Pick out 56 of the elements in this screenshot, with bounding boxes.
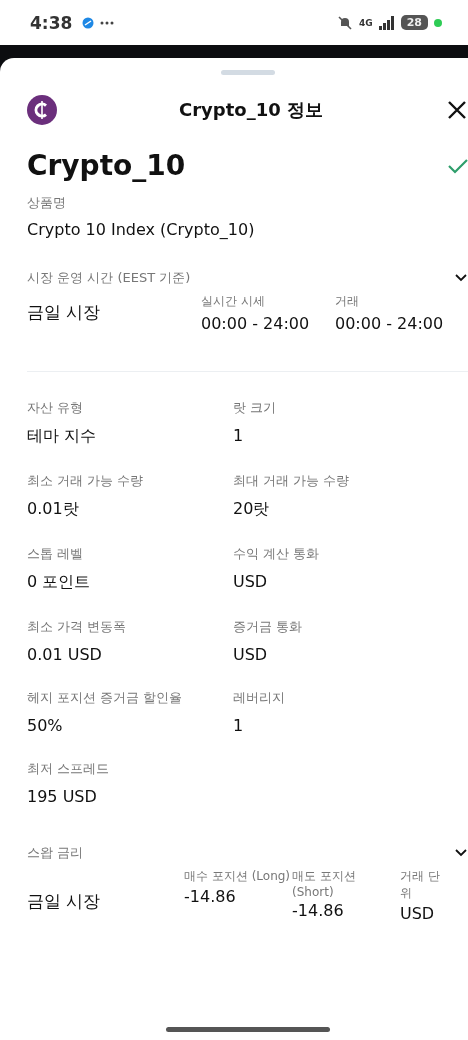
battery-indicator: 28 (400, 15, 428, 30)
spec-label: 레버리지 (233, 689, 286, 707)
spec-label: 최소 가격 변동폭 (27, 618, 128, 636)
spec-label: 최소 거래 가능 수량 (27, 472, 145, 490)
spec-label: 랏 크기 (233, 399, 278, 417)
status-dot-icon (434, 18, 442, 27)
session-label: 금일 시장 (27, 890, 102, 913)
spec-label: 수익 계산 통화 (233, 545, 321, 563)
column-label: 매수 포지션 (Long) (184, 868, 292, 885)
spec-label: 증거금 통화 (233, 618, 304, 636)
column-value: USD (400, 904, 436, 923)
expand-toggle[interactable] (453, 272, 468, 284)
spec-value: 0.01 USD (27, 645, 103, 664)
close-icon (447, 100, 467, 120)
section-label: 시장 운영 시간 (EEST 기준) (27, 269, 191, 287)
section-label: 스왑 금리 (27, 844, 84, 862)
spec-value: 1 (233, 716, 245, 735)
mute-icon (337, 14, 354, 31)
session-label: 금일 시장 (27, 301, 102, 324)
field-value: Crypto 10 Index (Crypto_10) (27, 220, 256, 239)
spec-label: 최대 거래 가능 수량 (233, 472, 351, 490)
spec-value: 195 USD (27, 787, 98, 806)
spec-label: 최저 스프레드 (27, 760, 111, 778)
chevron-icon (455, 849, 467, 857)
spec-value: 50% (27, 716, 64, 735)
app-notification-icon (82, 16, 95, 29)
spec-value: 테마 지수 (27, 426, 98, 447)
spec-value: USD (233, 645, 269, 664)
signal-icon (378, 15, 395, 30)
column-label: 거래 단위 (400, 868, 440, 902)
sheet-title: Crypto_10 정보 (178, 98, 324, 122)
column-value: 00:00 - 24:00 (335, 314, 445, 333)
coin-icon (27, 95, 57, 125)
column-value: -14.86 (292, 901, 345, 920)
column-value: -14.86 (184, 887, 237, 906)
column-label: 거래 (335, 293, 360, 310)
status-time: 4:38 (30, 12, 73, 33)
column-label: 매도 포지션 (Short) (292, 868, 357, 899)
symbol-name: Crypto_10 (27, 149, 186, 182)
network-label: 4G (359, 17, 373, 28)
expand-toggle[interactable] (453, 847, 468, 859)
spec-label: 자산 유형 (27, 399, 85, 417)
chevron-icon (455, 274, 467, 282)
spec-value: 0.01랏 (27, 499, 80, 520)
spec-label: 헤지 포지션 증거금 할인율 (27, 689, 184, 707)
field-label: 상품명 (27, 194, 67, 212)
column-label: 실시간 시세 (201, 293, 266, 310)
spec-label: 스톱 레벨 (27, 545, 85, 563)
spec-value: 0 포인트 (27, 572, 92, 593)
spec-value: 20랏 (233, 499, 271, 520)
more-icon (100, 20, 115, 25)
drag-handle[interactable] (221, 70, 275, 75)
spec-value: 1 (233, 426, 245, 445)
check-icon (447, 157, 468, 174)
spec-value: USD (233, 572, 269, 591)
column-value: 00:00 - 24:00 (201, 314, 311, 333)
